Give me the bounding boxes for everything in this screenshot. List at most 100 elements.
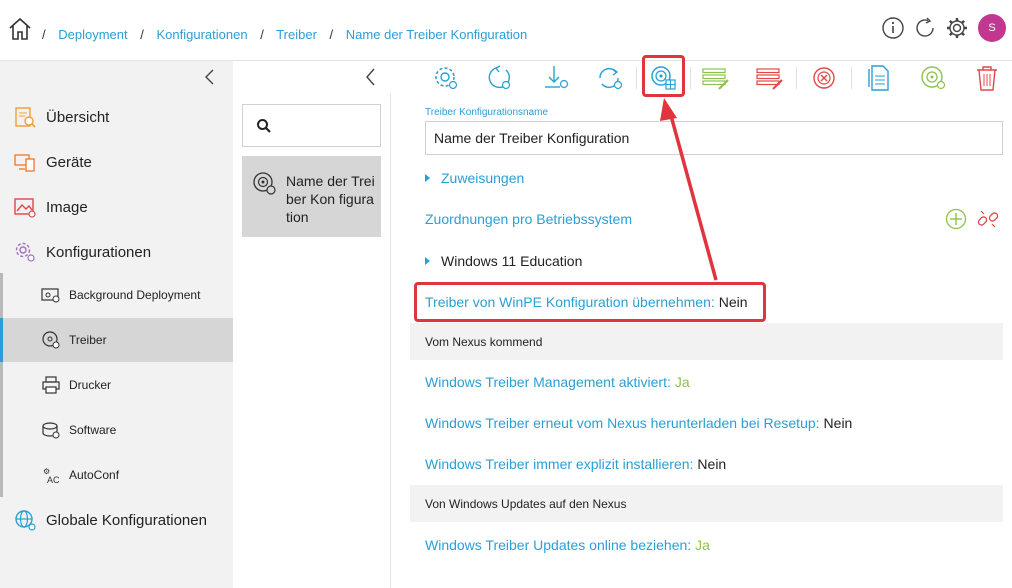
search-input[interactable] (279, 115, 374, 137)
online-setting[interactable]: Windows Treiber Updates online beziehen:… (425, 537, 710, 553)
avatar[interactable]: S (978, 14, 1006, 42)
sidebar-subitem-treiber[interactable]: Treiber (0, 318, 233, 362)
highlight-winpe-setting (414, 282, 766, 322)
breadcrumb: / Deployment / Konfigurationen / Treiber… (42, 27, 527, 42)
sidebar-subitem-software[interactable]: Software (0, 408, 233, 452)
gear-icon[interactable] (944, 15, 970, 41)
sidebar-item-globale-konfigurationen[interactable]: Globale Konfigurationen (0, 501, 233, 539)
section-header-nexus: Vom Nexus kommend (410, 323, 1003, 360)
collapse-sidebar-icon[interactable] (202, 69, 218, 85)
breadcrumb-deployment[interactable]: Deployment (58, 27, 127, 42)
online-value: Ja (695, 537, 710, 553)
search-field[interactable] (242, 104, 381, 147)
sidebar-item-label: Geräte (46, 153, 92, 171)
home-icon[interactable] (8, 17, 32, 41)
section-header-updates: Von Windows Updates auf den Nexus (410, 485, 1003, 522)
document-icon[interactable] (864, 63, 894, 93)
sidebar-subitem-label: Background Deployment (69, 288, 201, 302)
configurations-icon (13, 240, 37, 264)
mgmt-setting[interactable]: Windows Treiber Management aktiviert: Ja (425, 374, 690, 390)
sidebar-item-image[interactable]: Image (0, 188, 233, 226)
driver-icon (41, 330, 61, 350)
breadcrumb-separator: / (42, 27, 46, 42)
toolbar (233, 60, 1012, 94)
search-icon (257, 119, 271, 133)
sidebar-item-konfigurationen[interactable]: Konfigurationen (0, 233, 233, 271)
header-actions: S (874, 14, 1006, 42)
list-item[interactable]: Name der Treiber Kon figuration (242, 156, 381, 237)
globe-gear-icon (13, 508, 37, 532)
sidebar-item-label: Globale Konfigurationen (46, 511, 207, 529)
configuration-list: Name der Treiber Kon figuration (233, 94, 391, 588)
redownload-label: Windows Treiber erneut vom Nexus herunte… (425, 415, 820, 431)
driver-icon (253, 172, 276, 195)
os-entry-expander[interactable]: Windows 11 Education (425, 253, 582, 269)
sidebar-subitem-label: Drucker (69, 378, 112, 392)
mgmt-label: Windows Treiber Management aktiviert: (425, 374, 671, 390)
sidebar-item-uebersicht[interactable]: Übersicht (0, 98, 233, 136)
toolbar-divider (690, 67, 691, 89)
os-mapping-title: Zuordnungen pro Betriebssystem (425, 211, 632, 227)
back-icon[interactable] (363, 68, 379, 86)
trash-icon[interactable] (972, 63, 1002, 93)
toolbar-divider (796, 67, 797, 89)
active-indicator (0, 318, 3, 362)
list-item-label: Name der Treiber Kon figuration (286, 173, 375, 225)
sidebar-item-label: Übersicht (46, 108, 110, 126)
breadcrumb-separator: / (260, 27, 264, 42)
reload-icon[interactable] (485, 63, 515, 93)
download-icon[interactable] (541, 63, 571, 93)
breadcrumb-treiber[interactable]: Treiber (276, 27, 317, 42)
online-label: Windows Treiber Updates online beziehen: (425, 537, 692, 553)
assignments-expander[interactable]: Zuweisungen (425, 170, 524, 186)
add-circle-icon[interactable] (944, 207, 968, 231)
toolbar-divider (851, 67, 852, 89)
breadcrumb-konfigurationen[interactable]: Konfigurationen (157, 27, 248, 42)
sidebar-subitem-label: Software (69, 423, 117, 437)
explicit-value: Nein (697, 456, 727, 472)
refresh-icon[interactable] (912, 15, 938, 41)
os-entry-label: Windows 11 Education (441, 253, 583, 269)
redownload-value: Nein (823, 415, 853, 431)
sidebar-subitem-autoconf[interactable]: ⚙ AC AutoConf (0, 453, 233, 497)
sidebar-item-label: Konfigurationen (46, 243, 152, 261)
list-remove-icon[interactable] (755, 63, 785, 93)
mgmt-value: Ja (674, 374, 690, 390)
redownload-setting[interactable]: Windows Treiber erneut vom Nexus herunte… (425, 415, 852, 431)
cancel-circle-icon[interactable] (810, 63, 840, 93)
name-input[interactable]: Name der Treiber Konfiguration (425, 121, 1003, 155)
breadcrumb-separator: / (140, 27, 144, 42)
os-mapping-actions (936, 207, 1000, 231)
sidebar-subitem-drucker[interactable]: Drucker (0, 363, 233, 407)
toolbar-divider (636, 67, 637, 89)
autoconf-icon: ⚙ AC (41, 465, 61, 485)
detail-panel: Treiber Konfigurationsname Name der Trei… (392, 94, 1012, 588)
name-field-label: Treiber Konfigurationsname (425, 107, 549, 118)
disc-settings-icon[interactable] (918, 63, 948, 93)
explicit-label: Windows Treiber immer explizit installie… (425, 456, 694, 472)
info-icon[interactable] (880, 15, 906, 41)
list-edit-icon[interactable] (701, 63, 731, 93)
sidebar-subitem-label: AutoConf (69, 468, 120, 482)
sidebar-subitem-label: Treiber (69, 333, 107, 347)
sync-icon[interactable] (595, 63, 625, 93)
explicit-setting[interactable]: Windows Treiber immer explizit installie… (425, 456, 726, 472)
background-deployment-icon (41, 285, 61, 305)
devices-icon (13, 150, 37, 174)
unlink-icon[interactable] (976, 207, 1000, 231)
assignments-label: Zuweisungen (441, 170, 525, 186)
expand-triangle-icon (425, 257, 430, 265)
expand-triangle-icon (425, 174, 430, 182)
settings-gear-icon[interactable] (431, 63, 461, 93)
printer-icon (41, 375, 61, 395)
image-icon (13, 195, 37, 219)
sidebar-subitem-background-deployment[interactable]: Background Deployment (0, 273, 233, 317)
breadcrumb-separator: / (329, 27, 334, 42)
sidebar-item-geraete[interactable]: Geräte (0, 143, 233, 181)
software-icon (41, 420, 61, 440)
overview-icon (13, 105, 37, 129)
breadcrumb-current[interactable]: Name der Treiber Konfiguration (346, 27, 527, 42)
svg-text:AC: AC (47, 475, 60, 485)
top-bar: / Deployment / Konfigurationen / Treiber… (0, 0, 1012, 60)
highlight-toolbar-button (642, 55, 685, 97)
